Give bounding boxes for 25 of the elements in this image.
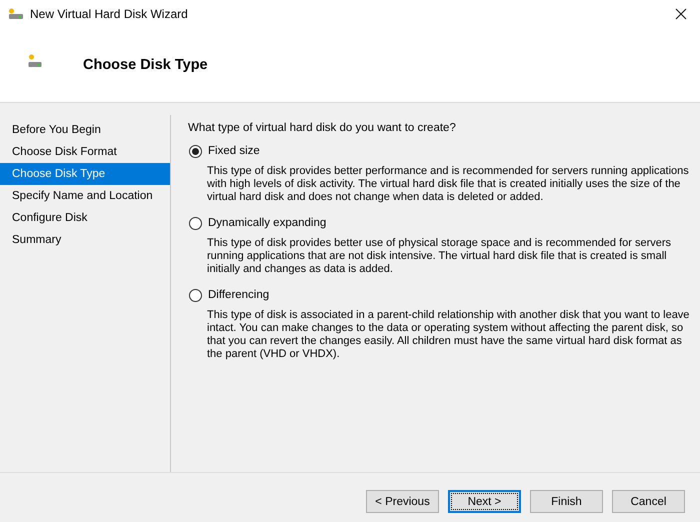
wizard-button[interactable]: Cancel: [612, 490, 685, 513]
disk-icon: [28, 54, 42, 68]
wizard-button[interactable]: < Previous: [366, 490, 439, 513]
option-label[interactable]: Differencing: [208, 289, 270, 301]
sidebar-item[interactable]: Choose Disk Type: [0, 163, 170, 185]
sidebar-item[interactable]: Before You Begin: [0, 119, 170, 141]
wizard-button[interactable]: Next >: [448, 490, 521, 513]
option-label[interactable]: Dynamically expanding: [208, 217, 326, 229]
sidebar-item[interactable]: Summary: [0, 229, 170, 251]
radio-button[interactable]: [189, 144, 202, 158]
option-description: This type of disk provides better performance and is recommended for servers running applications with high levels of disk activity. The virtual hard disk file that is created initially uses the size of the virtual hard disk and does not change when data is deleted or added.: [207, 165, 690, 204]
radio-button[interactable]: [189, 288, 202, 302]
option-label[interactable]: Fixed size: [208, 145, 260, 157]
option-description: This type of disk is associated in a parent-child relationship with another disk that you want to leave intact. You can make changes to the data or operating system without affecting the parent disk, so that you can revert the changes easily. All children must have the same virtual hard disk format as the parent (VHD or VHDX).: [207, 309, 690, 361]
page-title: Choose Disk Type: [83, 57, 208, 73]
radio-button[interactable]: [189, 216, 202, 230]
sidebar-item[interactable]: Specify Name and Location: [0, 185, 170, 207]
question-text: What type of virtual hard disk do you want to create?: [188, 122, 457, 134]
window-title: New Virtual Hard Disk Wizard: [30, 7, 188, 21]
close-icon[interactable]: [675, 8, 687, 20]
sidebar-item[interactable]: Choose Disk Format: [0, 141, 170, 163]
option-description: This type of disk provides better use of physical storage space and is recommended for servers running applications that are not disk intensive. The virtual hard disk file that is created is small initially and changes as data is added.: [207, 237, 672, 276]
sidebar-item[interactable]: Configure Disk: [0, 207, 170, 229]
wizard-button[interactable]: Finish: [530, 490, 603, 513]
disk-icon: [8, 8, 24, 20]
